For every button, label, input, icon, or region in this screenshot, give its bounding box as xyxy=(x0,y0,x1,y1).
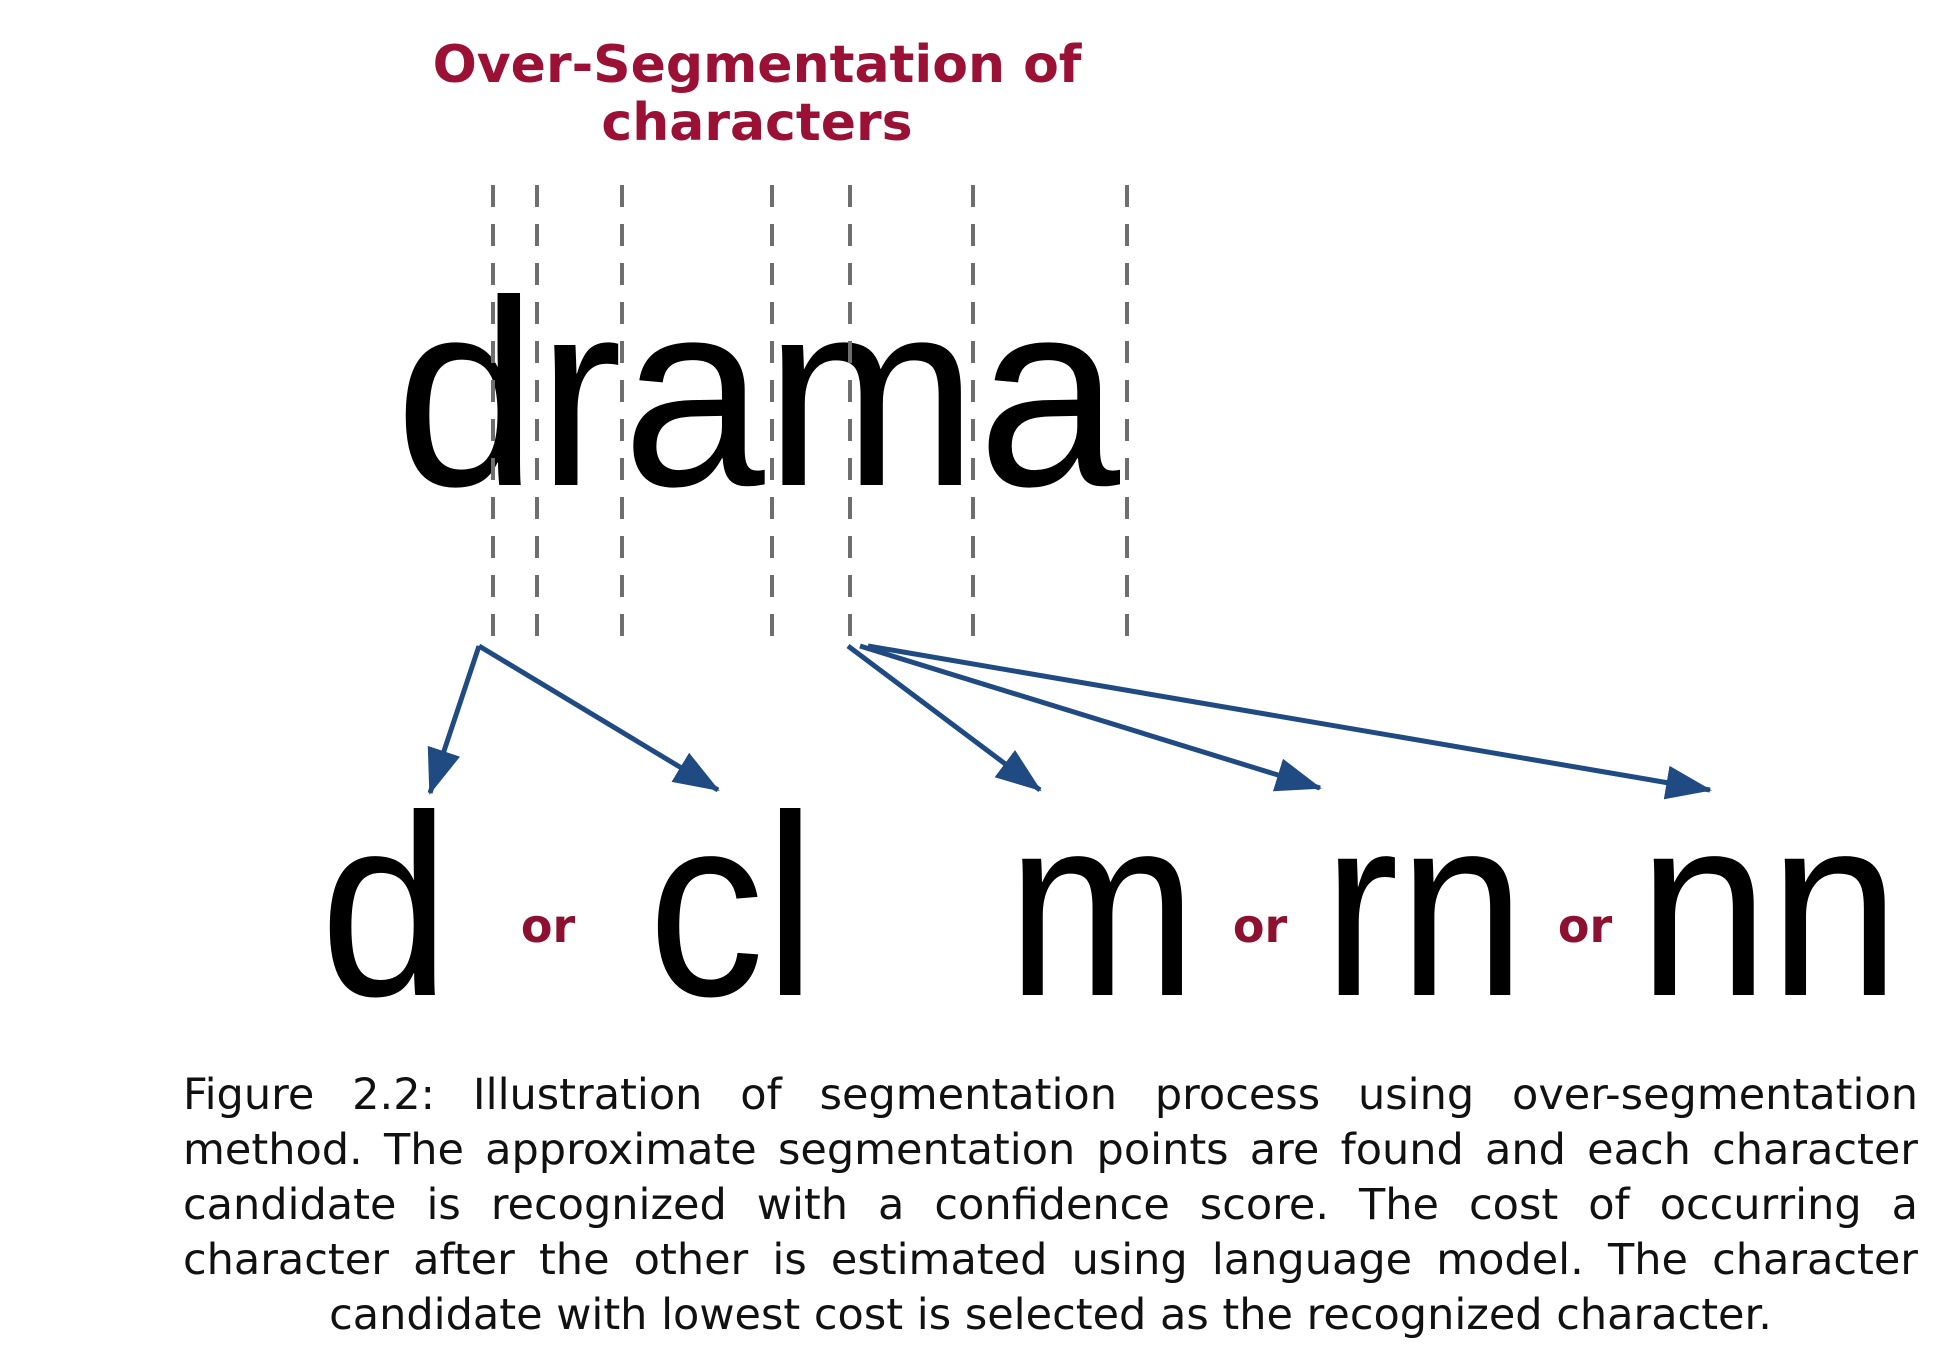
candidate-nn: nn xyxy=(1638,761,1900,1050)
or-label-3: or xyxy=(1558,899,1613,953)
arrow-to-nn xyxy=(867,643,1712,800)
diagram-title-line-2: characters xyxy=(601,93,912,153)
candidate-rn: rn xyxy=(1323,761,1525,1050)
candidate-cl: cl xyxy=(648,761,816,1050)
figure-caption: Figure 2.2: Illustration of segmentation… xyxy=(183,1070,1918,1340)
or-label-1: or xyxy=(521,899,576,953)
word-drama: drama xyxy=(395,246,1122,542)
segmentation-diagram: Over-Segmentation of characters drama d … xyxy=(320,35,1900,1050)
diagram-title-line-1: Over-Segmentation of xyxy=(433,35,1083,95)
or-label-2: or xyxy=(1233,899,1288,953)
candidate-m: m xyxy=(1007,761,1197,1050)
candidate-d: d xyxy=(320,761,450,1050)
